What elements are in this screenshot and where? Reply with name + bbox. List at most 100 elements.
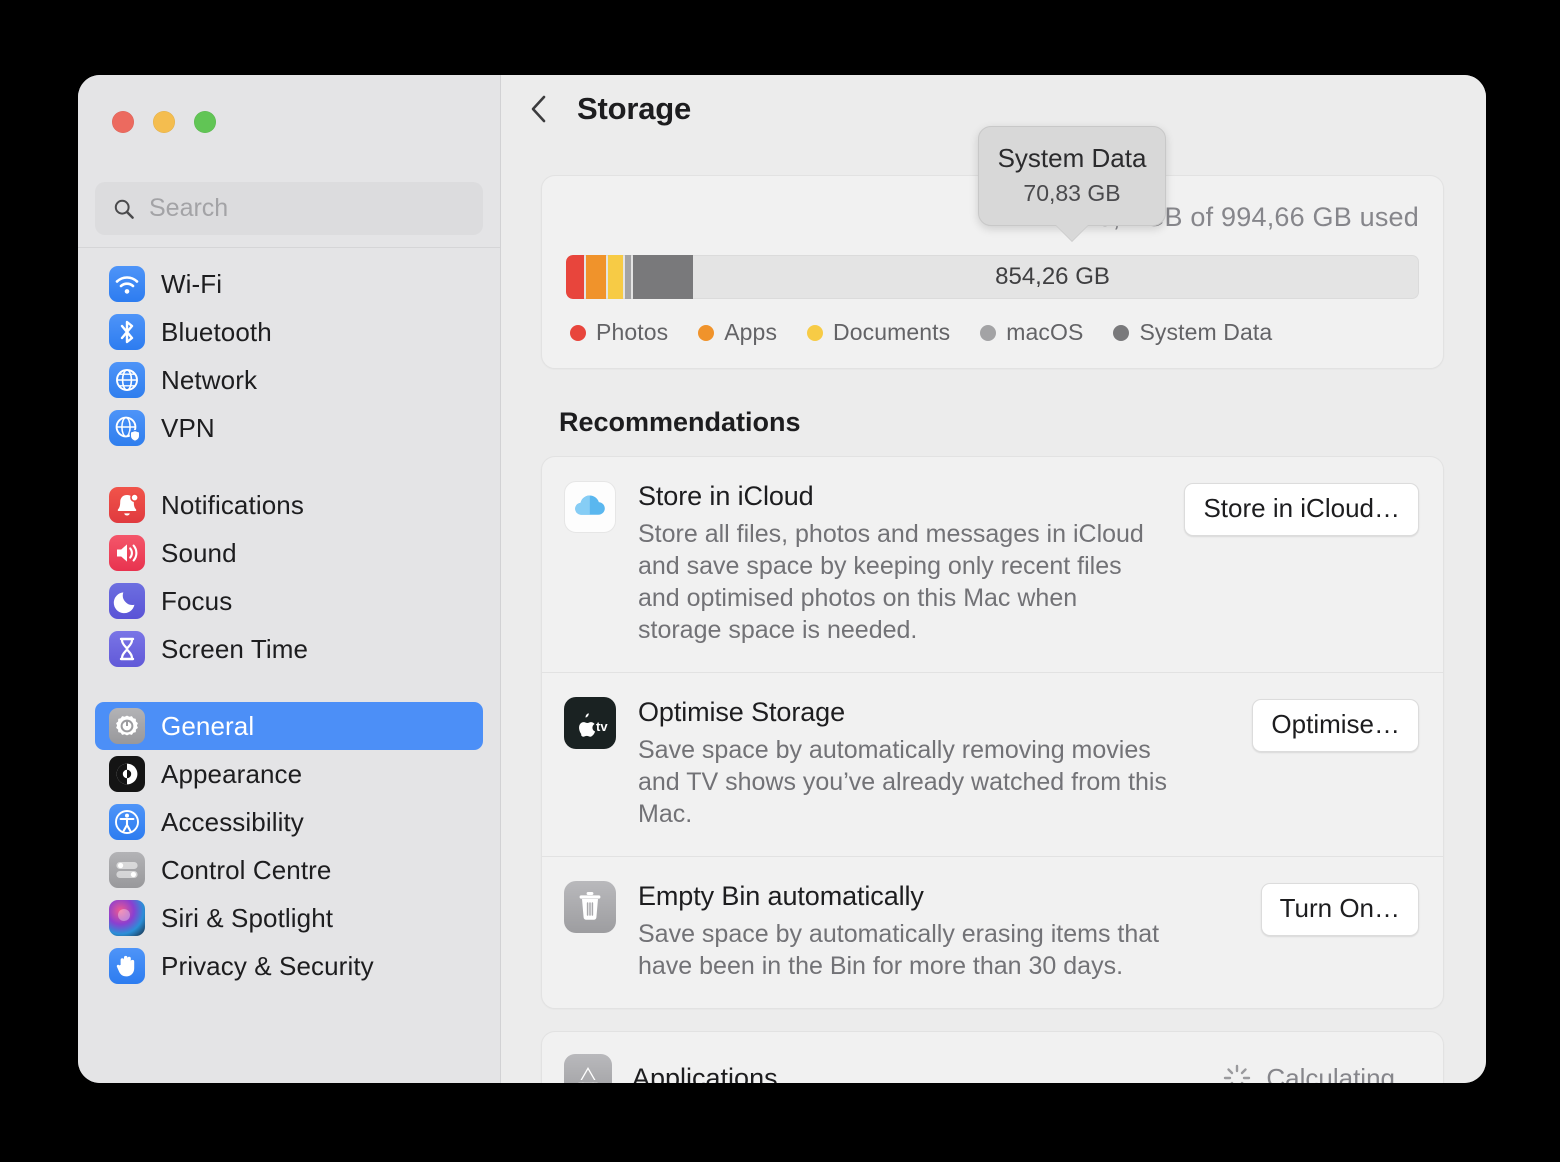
scroll-area[interactable]: 140,4 GB of 994,66 GB used 854,26 GB Pho… [501, 143, 1486, 1083]
recommendation-description: Save space by automatically erasing item… [638, 920, 1160, 980]
sidebar-item-label: Accessibility [161, 806, 304, 837]
recommendation-action: Optimise… [1252, 697, 1419, 830]
sidebar-group-alerts: Notifications Sound Focus Screen Time [95, 476, 483, 673]
legend-label: Photos [596, 319, 669, 345]
storage-item-value: Calculating… [1266, 1062, 1421, 1084]
legend-dot-photos [570, 324, 586, 341]
sidebar-group-system: General Appearance Accessibility Control… [95, 697, 483, 990]
store-in-icloud-button[interactable]: Store in iCloud… [1184, 483, 1419, 536]
recommendation-row-empty-bin-automatically: Empty Bin automatically Save space by au… [542, 856, 1443, 1008]
chevron-left-icon [531, 95, 546, 123]
window-controls [112, 111, 216, 133]
sidebar-item-general[interactable]: General [95, 702, 483, 750]
sidebar-item-privacy-and-security[interactable]: Privacy & Security [95, 942, 483, 990]
storage-item-value-container: Calculating… [1222, 1062, 1421, 1084]
recommendation-action: Store in iCloud… [1184, 481, 1419, 646]
storage-segment-photos[interactable] [566, 255, 584, 299]
recommendations-card: Store in iCloud Store all files, photos … [541, 456, 1444, 1009]
recommendation-body: Optimise Storage Save space by automatic… [638, 697, 1230, 830]
legend-item-photos: Photos [570, 319, 668, 346]
legend-item-system-data: System Data [1113, 319, 1272, 346]
storage-segment-apps[interactable] [585, 255, 607, 299]
sidebar-item-siri-and-spotlight[interactable]: Siri & Spotlight [95, 894, 483, 942]
back-button[interactable] [525, 92, 553, 126]
sidebar-item-control-centre[interactable]: Control Centre [95, 846, 483, 894]
moon-icon [109, 583, 145, 619]
optimise-button[interactable]: Optimise… [1252, 699, 1419, 752]
sidebar-group-network: Wi-Fi Bluetooth Network VPN [95, 255, 483, 452]
sidebar-item-screen-time[interactable]: Screen Time [95, 625, 483, 673]
legend-item-apps: Apps [698, 319, 777, 346]
sidebar-item-label: Focus [161, 585, 233, 616]
storage-segment-tooltip: System Data 70,83 GB [978, 126, 1166, 226]
legend-item-macos: macOS [980, 319, 1083, 346]
sidebar-item-sound[interactable]: Sound [95, 529, 483, 577]
recommendation-row-optimise-storage: tv Optimise Storage Save space by automa… [542, 672, 1443, 856]
apple-tv-icon: tv [564, 697, 616, 749]
svg-text:tv: tv [596, 719, 608, 734]
appearance-icon [109, 756, 145, 792]
sidebar-item-label: Appearance [161, 758, 303, 789]
sidebar-item-label: Siri & Spotlight [161, 902, 334, 933]
sidebar-item-label: Privacy & Security [161, 950, 374, 981]
spinner-icon [1222, 1063, 1252, 1083]
sidebar-item-label: Wi-Fi [161, 268, 223, 299]
legend-label: Apps [724, 319, 778, 345]
sidebar-item-network[interactable]: Network [95, 356, 483, 404]
accessibility-icon [109, 804, 145, 840]
legend-dot-apps [698, 324, 715, 341]
legend-label: System Data [1139, 319, 1273, 345]
storage-segment-documents[interactable] [608, 255, 623, 299]
minimise-button[interactable] [153, 111, 175, 133]
wifi-icon [109, 266, 145, 302]
sidebar-item-label: Bluetooth [161, 316, 272, 347]
legend-dot-documents [807, 324, 824, 341]
sidebar-nav: Wi-Fi Bluetooth Network VPN Notification… [78, 255, 500, 1083]
sidebar-item-notifications[interactable]: Notifications [95, 481, 483, 529]
sidebar-item-label: Notifications [161, 489, 304, 520]
sidebar: Wi-Fi Bluetooth [78, 75, 501, 1083]
recommendation-body: Store in iCloud Store all files, photos … [638, 481, 1162, 646]
search-input[interactable] [149, 194, 449, 223]
hand-icon [109, 948, 145, 984]
storage-bar[interactable]: 854,26 GB [566, 255, 1419, 299]
close-button[interactable] [112, 111, 134, 133]
zoom-button[interactable] [194, 111, 216, 133]
sidebar-item-label: Sound [161, 537, 237, 568]
speaker-icon [109, 535, 145, 571]
storage-segment-macos[interactable] [624, 255, 631, 299]
recommendation-description: Save space by automatically removing mov… [638, 736, 1167, 828]
storage-free-label: 854,26 GB [995, 263, 1110, 290]
turn-on-button[interactable]: Turn On… [1260, 883, 1419, 936]
recommendation-title: Empty Bin automatically [638, 881, 924, 911]
control-centre-icon [109, 852, 145, 888]
sidebar-item-label: VPN [161, 412, 215, 443]
system-settings-window: Wi-Fi Bluetooth [78, 75, 1486, 1083]
storage-item-row-applications[interactable]: Applications Calculating… [542, 1032, 1443, 1083]
recommendation-description: Store all files, photos and messages in … [638, 520, 1144, 644]
sidebar-divider [78, 247, 500, 248]
storage-segment-system-data[interactable] [632, 255, 694, 299]
recommendation-body: Empty Bin automatically Save space by au… [638, 881, 1239, 982]
search-field[interactable] [95, 182, 483, 235]
icloud-icon [564, 481, 616, 533]
bin-icon [564, 881, 616, 933]
recommendation-action: Turn On… [1260, 881, 1419, 982]
storage-legend: Photos Apps Documents macOS System Data [566, 319, 1419, 346]
legend-label: Documents [833, 319, 951, 345]
sidebar-item-bluetooth[interactable]: Bluetooth [95, 308, 483, 356]
sidebar-item-accessibility[interactable]: Accessibility [95, 798, 483, 846]
sidebar-item-label: Screen Time [161, 633, 309, 664]
sidebar-item-appearance[interactable]: Appearance [95, 750, 483, 798]
sidebar-item-vpn[interactable]: VPN [95, 404, 483, 452]
app-store-icon [564, 1054, 612, 1083]
sidebar-item-focus[interactable]: Focus [95, 577, 483, 625]
sidebar-item-label: Control Centre [161, 854, 332, 885]
recommendations-heading: Recommendations [559, 407, 801, 437]
legend-item-documents: Documents [807, 319, 950, 346]
globe-shield-icon [109, 410, 145, 446]
sidebar-item-wi-fi[interactable]: Wi-Fi [95, 260, 483, 308]
legend-dot-system-data [1113, 324, 1130, 341]
